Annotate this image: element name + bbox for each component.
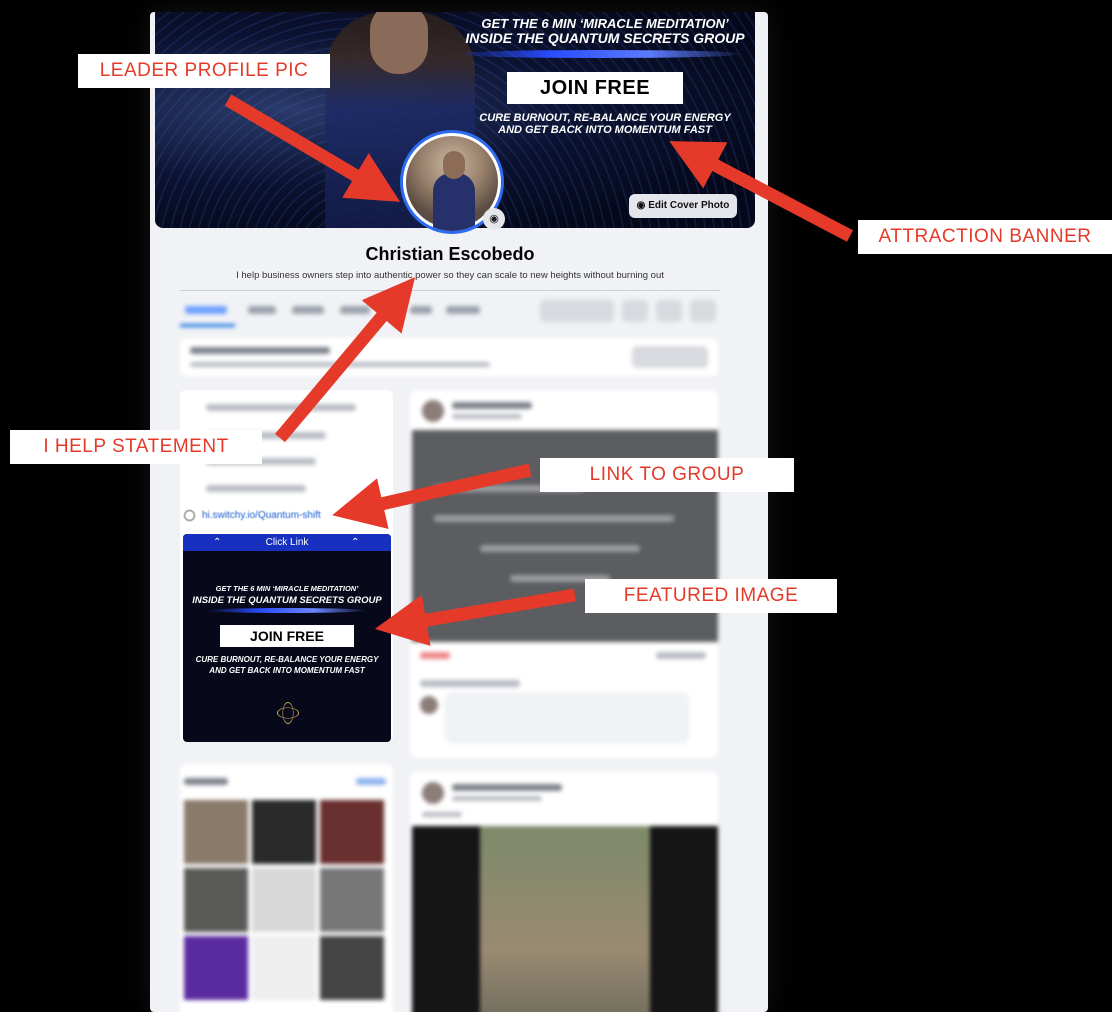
cover-headline-1: GET THE 6 MIN ‘MIRACLE MEDITATION’ <box>481 16 729 31</box>
tab-videos[interactable] <box>410 306 432 314</box>
featured-subtext: CURE BURNOUT, RE-BALANCE YOUR ENERGY AND… <box>189 654 385 676</box>
post-image-text-line <box>480 545 640 552</box>
label-leader-profile-pic: LEADER PROFILE PIC <box>78 54 330 88</box>
edit-cover-photo-button[interactable]: ◉ Edit Cover Photo <box>629 194 737 218</box>
featured-subtext-line-1: CURE BURNOUT, RE-BALANCE YOUR ENERGY <box>195 655 379 664</box>
cover-subtext-line-1: CURE BURNOUT, RE-BALANCE YOUR ENERGY <box>479 112 731 124</box>
post-card-1 <box>410 390 718 758</box>
edit-profile-button[interactable] <box>622 300 648 322</box>
post-author-name <box>452 784 562 791</box>
photo-thumbnail[interactable] <box>184 936 248 1000</box>
tab-more[interactable] <box>446 306 480 314</box>
atom-logo-icon <box>272 705 304 721</box>
post-card-2 <box>410 772 718 1012</box>
avatar-face <box>443 151 465 179</box>
photo-thumbnail[interactable] <box>252 800 316 864</box>
post-photo-tree <box>480 826 650 1012</box>
label-i-help-statement: I HELP STATEMENT <box>10 430 262 464</box>
cover-subtext-line-2: AND GET BACK INTO MOMENTUM FAST <box>498 124 712 136</box>
cover-subtext: CURE BURNOUT, RE-BALANCE YOUR ENERGY AND… <box>465 112 745 136</box>
post-reactions[interactable] <box>420 652 450 659</box>
tab-photos[interactable] <box>340 306 370 314</box>
featured-join-free-cta: JOIN FREE <box>220 625 354 647</box>
featured-subtext-line-2: AND GET BACK INTO MOMENTUM FAST <box>209 666 365 675</box>
cover-join-free-cta: JOIN FREE <box>507 72 683 104</box>
photo-thumbnail[interactable] <box>320 868 384 932</box>
commenter-avatar <box>420 696 438 714</box>
profile-tabs <box>180 298 720 328</box>
camera-icon: ◉ <box>636 200 646 211</box>
cover-person-head <box>370 12 428 74</box>
know-card-text <box>190 362 490 367</box>
intro-line-works <box>206 404 356 411</box>
view-as-button[interactable] <box>656 300 682 322</box>
know-card-title <box>190 347 330 354</box>
photos-card <box>180 764 393 1012</box>
edit-cover-label: Edit Cover Photo <box>648 200 730 211</box>
post-timestamp <box>452 414 522 419</box>
more-options-button[interactable] <box>690 300 716 322</box>
avatar-body <box>433 173 475 231</box>
chevron-up-icon: ⌃ <box>351 537 360 548</box>
photo-thumbnail[interactable] <box>320 936 384 1000</box>
post-comment-count[interactable] <box>656 652 706 659</box>
tab-timeline[interactable] <box>185 306 227 314</box>
label-attraction-banner: ATTRACTION BANNER <box>858 220 1112 254</box>
label-featured-image: FEATURED IMAGE <box>585 579 837 613</box>
photo-thumbnail[interactable] <box>184 800 248 864</box>
post-image-text-line <box>434 515 674 522</box>
post-author-name <box>452 402 532 409</box>
featured-image[interactable]: ⌃ Click Link ⌃ GET THE 6 MIN ‘MIRACLE ME… <box>183 534 391 742</box>
tab-friends[interactable] <box>292 306 324 314</box>
profile-bio: I help business owners step into authent… <box>236 270 664 281</box>
label-link-to-group: LINK TO GROUP <box>540 458 794 492</box>
featured-headline-2: INSIDE THE QUANTUM SECRETS GROUP <box>192 595 382 606</box>
post-timestamp <box>452 796 542 801</box>
header-divider <box>180 290 720 291</box>
cover-swoosh <box>455 50 745 58</box>
post-view-comments[interactable] <box>420 680 520 687</box>
featured-click-link-bar: ⌃ Click Link ⌃ <box>183 534 391 551</box>
add-friend-button[interactable] <box>632 346 708 368</box>
group-link[interactable]: hi.switchy.io/Quantum-shift <box>202 510 321 521</box>
add-story-button[interactable] <box>540 300 614 322</box>
see-all-photos-link[interactable] <box>356 778 386 785</box>
comment-bubble <box>444 692 690 744</box>
photos-title <box>184 778 228 785</box>
update-profile-picture-camera-icon[interactable]: ◉ <box>483 208 505 230</box>
photo-thumbnail[interactable] <box>252 936 316 1000</box>
featured-headline-1: GET THE 6 MIN ‘MIRACLE MEDITATION’ <box>215 584 359 593</box>
profile-name: Christian Escobedo <box>365 244 535 264</box>
featured-header-label: Click Link <box>265 537 309 548</box>
globe-icon <box>184 510 195 521</box>
tab-about[interactable] <box>248 306 276 314</box>
photo-thumbnail[interactable] <box>184 868 248 932</box>
photo-thumbnail[interactable] <box>320 800 384 864</box>
photo-thumbnail[interactable] <box>252 868 316 932</box>
post-caption <box>422 812 462 817</box>
post-author-avatar <box>422 400 444 422</box>
active-tab-indicator <box>180 324 235 327</box>
intro-line-followed <box>206 485 306 492</box>
featured-swoosh <box>207 608 367 613</box>
know-person-card <box>180 338 718 376</box>
facebook-profile-page: GET THE 6 MIN ‘MIRACLE MEDITATION’ INSID… <box>150 12 768 1012</box>
chevron-up-icon: ⌃ <box>213 537 222 548</box>
cover-headline-2: INSIDE THE QUANTUM SECRETS GROUP <box>465 30 745 46</box>
post-author-avatar <box>422 782 444 804</box>
